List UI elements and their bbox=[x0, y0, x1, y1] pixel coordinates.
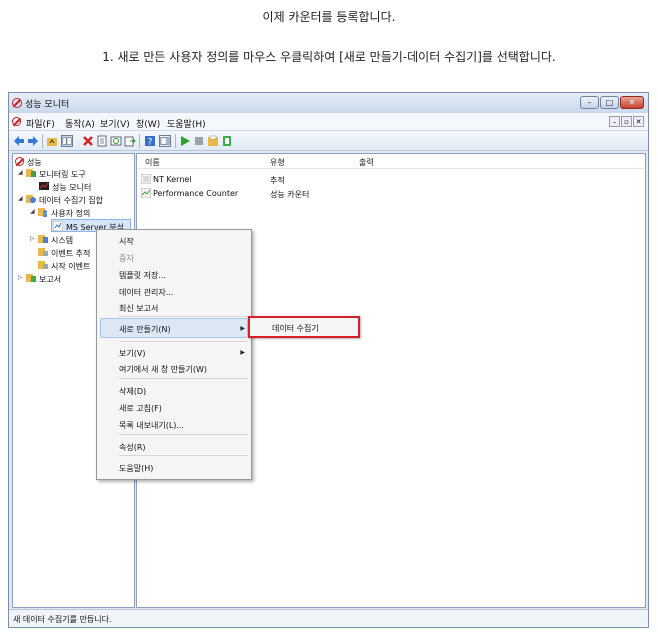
status-bar: 새 데이터 수집기를 만듭니다. bbox=[9, 609, 648, 627]
menu-item-export[interactable]: 목록 내보내기(L)... bbox=[119, 420, 184, 431]
column-output[interactable]: 출력 bbox=[359, 157, 374, 168]
tree-performance[interactable]: 성능 bbox=[27, 157, 42, 168]
menu-item-delete[interactable]: 삭제(D) bbox=[119, 386, 146, 397]
list-item-name[interactable]: NT Kernel bbox=[153, 175, 192, 184]
menu-item-new[interactable]: 새로 만들기(N) bbox=[119, 324, 171, 335]
menu-item-new-window[interactable]: 여기에서 새 창 만들기(W) bbox=[119, 364, 207, 375]
menu-item-start[interactable]: 시작 bbox=[119, 236, 134, 247]
report-icon[interactable] bbox=[221, 135, 233, 147]
menu-help[interactable]: 도움말(H) bbox=[167, 117, 206, 130]
submenu-arrow-icon: ▶ bbox=[240, 349, 245, 356]
collapse-arrow-icon[interactable]: ◢ bbox=[18, 195, 23, 202]
submenu-arrow-icon: ▶ bbox=[240, 325, 245, 332]
collapse-arrow-icon[interactable]: ◢ bbox=[18, 169, 23, 176]
menu-view[interactable]: 보기(V) bbox=[100, 117, 130, 130]
mdi-minimize-button[interactable]: – bbox=[609, 116, 620, 127]
mdi-restore-button[interactable]: ▫ bbox=[621, 116, 632, 127]
tree-reports[interactable]: 보고서 bbox=[39, 274, 61, 285]
menu-window[interactable]: 창(W) bbox=[136, 117, 160, 130]
new-report-icon[interactable] bbox=[207, 135, 219, 147]
tree-startup-event[interactable]: 시작 이벤트 bbox=[51, 261, 90, 272]
reports-icon bbox=[26, 274, 36, 282]
startup-event-icon bbox=[38, 261, 48, 269]
maximize-button[interactable]: □ bbox=[600, 96, 619, 109]
status-text: 새 데이터 수집기를 만듭니다. bbox=[13, 615, 112, 624]
system-icon bbox=[38, 235, 48, 243]
menu-item-help[interactable]: 도움말(H) bbox=[119, 463, 153, 474]
window-title: 성능 모니터 bbox=[25, 100, 70, 110]
menu-item-save-template[interactable]: 템플릿 저장... bbox=[119, 270, 166, 281]
forward-icon[interactable] bbox=[27, 135, 39, 147]
tree-user-defined[interactable]: 사용자 정의 bbox=[51, 208, 90, 219]
column-type[interactable]: 유형 bbox=[270, 157, 285, 168]
instruction-line-1: 이제 카운터를 등록합니다. bbox=[262, 10, 396, 24]
start-icon[interactable] bbox=[179, 135, 191, 147]
trace-icon bbox=[141, 174, 151, 184]
expand-arrow-icon[interactable]: ▷ bbox=[30, 235, 35, 242]
user-defined-icon bbox=[38, 208, 47, 217]
list-item-name[interactable]: Performance Counter bbox=[153, 189, 238, 198]
show-hide-action-pane-icon[interactable] bbox=[159, 135, 171, 147]
menu-item-view[interactable]: 보기(V) bbox=[119, 348, 145, 359]
monitoring-tools-icon bbox=[26, 169, 36, 177]
menu-item-latest-report[interactable]: 최신 보고서 bbox=[119, 303, 158, 314]
close-button[interactable]: ✕ bbox=[620, 96, 644, 109]
data-collector-set-icon bbox=[53, 221, 63, 231]
expand-arrow-icon[interactable]: ▷ bbox=[18, 274, 23, 281]
menu-bar: 파일(F) 동작(A) 보기(V) 창(W) 도움말(H) – ▫ ✕ bbox=[9, 113, 648, 131]
stop-icon[interactable] bbox=[193, 135, 205, 147]
tree-data-collector-sets[interactable]: 데이터 수집기 집합 bbox=[39, 195, 103, 206]
performance-monitor-icon bbox=[39, 182, 49, 190]
instruction-line-2: 1. 새로 만든 사용자 정의를 마우스 우클릭하여 [새로 만들기-데이터 수… bbox=[102, 50, 556, 64]
menu-item-properties[interactable]: 속성(R) bbox=[119, 442, 146, 453]
performance-icon bbox=[15, 157, 24, 166]
list-item-type: 성능 카운터 bbox=[270, 190, 310, 199]
tree-monitoring-tools[interactable]: 모니터링 도구 bbox=[39, 169, 86, 180]
column-name[interactable]: 이름 bbox=[145, 157, 160, 168]
data-collector-sets-icon bbox=[26, 195, 36, 203]
context-menu: 시작 중지 템플릿 저장... 데이터 관리자... 최신 보고서 새로 만들기… bbox=[96, 229, 252, 480]
svg-text:?: ? bbox=[148, 138, 153, 148]
show-hide-tree-icon[interactable] bbox=[61, 135, 73, 147]
menu-file[interactable]: 파일(F) bbox=[26, 117, 55, 130]
minimize-button[interactable]: – bbox=[580, 96, 599, 109]
menu-item-refresh[interactable]: 새로 고침(F) bbox=[119, 403, 162, 414]
help-icon[interactable]: ? bbox=[144, 135, 156, 147]
tree-system[interactable]: 시스템 bbox=[51, 235, 73, 246]
perfmon-menu-icon[interactable] bbox=[12, 117, 21, 126]
back-icon[interactable] bbox=[13, 135, 25, 147]
mdi-close-button[interactable]: ✕ bbox=[633, 116, 644, 127]
up-folder-icon[interactable] bbox=[46, 135, 58, 147]
properties-icon[interactable] bbox=[96, 135, 108, 147]
tree-performance-monitor[interactable]: 성능 모니터 bbox=[52, 182, 91, 193]
list-item-type: 추적 bbox=[270, 176, 285, 185]
new-submenu: 데이터 수집기 bbox=[248, 316, 360, 338]
toolbar: ? bbox=[9, 131, 648, 151]
menu-action[interactable]: 동작(A) bbox=[65, 117, 95, 130]
title-bar: 성능 모니터 – □ ✕ bbox=[9, 93, 648, 113]
export-icon[interactable] bbox=[124, 135, 136, 147]
menu-item-stop: 중지 bbox=[119, 254, 134, 263]
delete-icon[interactable] bbox=[82, 135, 94, 147]
event-trace-icon bbox=[38, 248, 48, 256]
menu-item-data-manager[interactable]: 데이터 관리자... bbox=[119, 287, 173, 298]
refresh-icon[interactable] bbox=[110, 135, 122, 147]
tree-event-trace[interactable]: 이벤트 추적 bbox=[51, 248, 90, 259]
collapse-arrow-icon[interactable]: ◢ bbox=[30, 208, 35, 215]
menu-item-data-collector[interactable]: 데이터 수집기 bbox=[272, 323, 319, 334]
column-header: 이름 유형 출력 bbox=[137, 154, 645, 169]
perfmon-app-icon bbox=[12, 98, 22, 108]
performance-counter-icon bbox=[141, 188, 151, 198]
